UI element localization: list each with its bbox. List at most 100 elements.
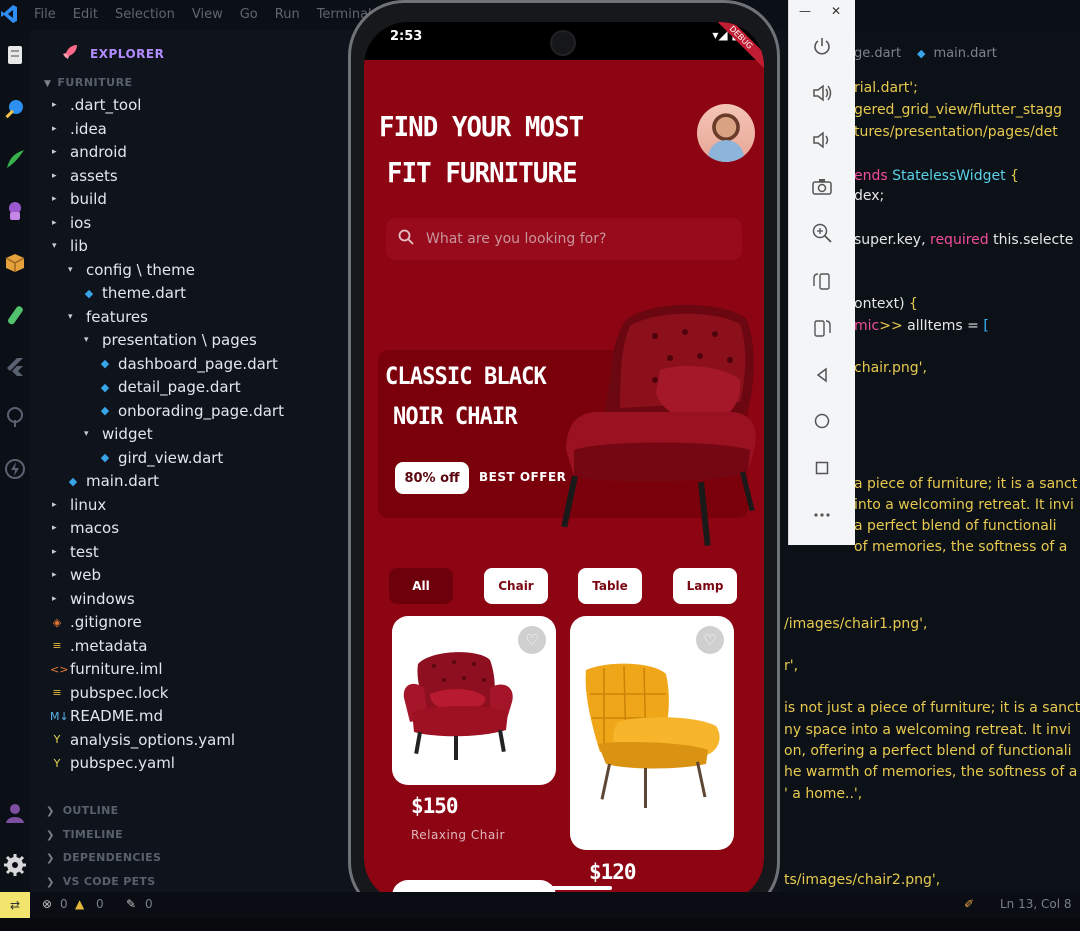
error-count[interactable]: 0: [60, 897, 68, 911]
panel-section-header[interactable]: ❯ DEPENDENCIES: [46, 851, 161, 864]
tree-folder[interactable]: ▾ widget: [84, 423, 153, 445]
tree-file[interactable]: Ypubspec.yaml: [50, 752, 175, 774]
zoom-icon[interactable]: [809, 220, 835, 246]
tree-folder[interactable]: ▸ .dart_tool: [52, 94, 141, 116]
tree-file[interactable]: ◆ main.dart: [66, 470, 159, 492]
tree-folder[interactable]: ▾ features: [68, 306, 148, 328]
tree-folder[interactable]: ▸ windows: [52, 588, 135, 610]
tree-label: web: [70, 566, 102, 584]
panel-section-header[interactable]: ❯ VS CODE PETS: [46, 875, 155, 888]
menu-item[interactable]: Run: [275, 7, 300, 22]
back-icon[interactable]: [809, 362, 835, 388]
chevron-right-icon: ▸: [52, 194, 57, 204]
search-input[interactable]: What are you looking for?: [386, 218, 742, 260]
tree-file[interactable]: <> furniture.iml: [50, 658, 163, 680]
run-debug-icon[interactable]: [4, 200, 26, 222]
menu-item[interactable]: View: [192, 7, 223, 22]
minimize-icon[interactable]: —: [799, 4, 811, 18]
power-icon[interactable]: [809, 33, 835, 59]
volume-down-icon[interactable]: [809, 127, 835, 153]
panel-section-header[interactable]: ❯ OUTLINE: [46, 804, 118, 817]
menu-item[interactable]: Edit: [73, 7, 98, 22]
menu-item[interactable]: File: [34, 7, 56, 22]
product-card[interactable]: ♡: [392, 616, 556, 785]
overview-icon[interactable]: [809, 455, 835, 481]
more-icon[interactable]: [809, 502, 835, 528]
favorite-heart-icon[interactable]: ♡: [696, 626, 724, 654]
account-icon[interactable]: [4, 802, 26, 824]
extensions-icon[interactable]: [4, 252, 26, 274]
code-token: a piece of furniture; it is a sanct: [854, 476, 1078, 492]
tree-folder[interactable]: ▸ assets: [52, 165, 118, 187]
tree-folder[interactable]: ▸ android: [52, 141, 127, 163]
tree-folder[interactable]: ▾ presentation \ pages: [84, 329, 257, 351]
chevron-right-icon: ❯: [46, 876, 55, 888]
remote-icon[interactable]: ⇄: [0, 892, 30, 918]
home-icon[interactable]: [809, 408, 835, 434]
tree-file[interactable]: ◈ .gitignore: [50, 611, 142, 633]
category-chip[interactable]: Chair: [484, 568, 548, 604]
tree-folder[interactable]: ▸ ios: [52, 212, 91, 234]
discount-badge[interactable]: 80% off: [395, 462, 469, 494]
panel-section-header[interactable]: ❯ TIMELINE: [46, 828, 123, 841]
lightning-icon[interactable]: [4, 458, 26, 480]
editor-tab[interactable]: ◆ main.dart: [917, 40, 997, 66]
code-line: dex;: [854, 188, 884, 204]
settings-gear-icon[interactable]: [4, 854, 26, 876]
tree-icon[interactable]: [4, 406, 26, 428]
tree-folder[interactable]: ▸ test: [52, 541, 99, 563]
tree-folder[interactable]: ▸ linux: [52, 494, 106, 516]
search-icon[interactable]: [4, 98, 26, 120]
code-line: ' a home..',: [784, 786, 862, 802]
product-card[interactable]: ♡: [570, 616, 734, 850]
project-section-header[interactable]: ▼ FURNITURE: [44, 76, 133, 89]
desktop: { "vscode": { "menu": ["File", "Edit", "…: [0, 0, 1080, 931]
tree-folder[interactable]: ▸ web: [52, 564, 101, 586]
tree-file[interactable]: Yanalysis_options.yaml: [50, 729, 235, 751]
flutter-icon[interactable]: [4, 356, 26, 378]
menu-item[interactable]: Go: [240, 7, 258, 22]
chevron-down-icon: ▾: [84, 335, 89, 345]
menu-item[interactable]: Selection: [115, 7, 175, 22]
home-indicator[interactable]: [512, 886, 612, 890]
brush-icon[interactable]: ✐: [964, 897, 974, 911]
warning-count[interactable]: 0: [96, 897, 104, 911]
tree-file[interactable]: ◆ gird_view.dart: [98, 447, 224, 469]
tree-file[interactable]: ◆ dashboard_page.dart: [98, 353, 278, 375]
tree-file[interactable]: ◆ onborading_page.dart: [98, 400, 284, 422]
tree-file[interactable]: ≡ .metadata: [50, 635, 147, 657]
category-chip[interactable]: Table: [578, 568, 642, 604]
tree-label: analysis_options.yaml: [70, 730, 236, 749]
tree-folder[interactable]: ▸ macos: [52, 517, 119, 539]
rotate-left-icon[interactable]: [809, 268, 835, 294]
ports-count[interactable]: 0: [145, 897, 153, 911]
chevron-down-icon: ▾: [84, 429, 89, 439]
tree-file[interactable]: ◆ detail_page.dart: [98, 376, 241, 398]
status-time: 2:53: [390, 29, 423, 44]
tree-folder[interactable]: ▸ build: [52, 188, 107, 210]
camera-icon[interactable]: [809, 174, 835, 200]
tree-file[interactable]: ◆ theme.dart: [82, 282, 186, 304]
category-chip[interactable]: Lamp: [673, 568, 737, 604]
close-icon[interactable]: ✕: [831, 4, 841, 18]
cursor-position[interactable]: Ln 13, Col 8: [1000, 897, 1072, 911]
code-token: StatelessWidget: [892, 168, 1011, 184]
category-chip[interactable]: All: [389, 568, 453, 604]
dart-file-icon: ◆: [100, 380, 110, 394]
tree-folder[interactable]: ▾ lib: [52, 235, 88, 257]
tree-label: windows: [70, 589, 135, 608]
rotate-right-icon[interactable]: [809, 315, 835, 341]
tree-folder[interactable]: ▾ config \ theme: [68, 259, 195, 281]
favorite-heart-icon[interactable]: ♡: [518, 626, 546, 654]
volume-up-icon[interactable]: [809, 80, 835, 106]
source-control-icon[interactable]: [4, 148, 26, 170]
tree-file[interactable]: M↓ README.md: [50, 705, 163, 727]
tree-file[interactable]: ≡ pubspec.lock: [50, 682, 168, 704]
tree-folder[interactable]: ▸ .idea: [52, 118, 107, 140]
testing-icon[interactable]: [4, 304, 26, 326]
tree-label: .gitignore: [70, 613, 142, 631]
editor-tab[interactable]: ge.dart: [854, 40, 901, 66]
avatar[interactable]: [697, 104, 755, 162]
tree-label: config \ theme: [86, 260, 195, 279]
files-icon[interactable]: [4, 44, 26, 66]
